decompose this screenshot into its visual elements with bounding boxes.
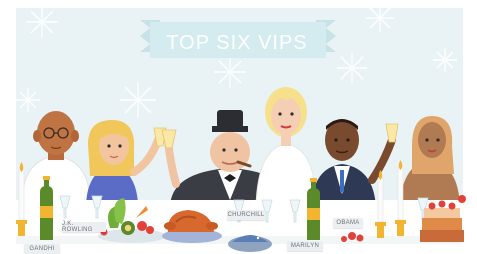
glass-stem	[293, 211, 297, 223]
place-card-marilyn: MARILYN	[287, 241, 323, 251]
place-card-rowling: J.K. ROWLING	[62, 221, 106, 233]
page-title: TOP SIX VIPS	[166, 31, 308, 54]
snowflake-icon	[366, 4, 394, 32]
glass-stem	[265, 211, 269, 223]
place-card-obama: OBAMA	[333, 218, 363, 228]
glass-stem	[95, 207, 99, 219]
glass-stem	[63, 207, 67, 219]
snowflake-icon	[120, 82, 156, 118]
snowflake-icon	[337, 53, 367, 83]
place-card-churchill: CHURCHILL	[227, 210, 265, 220]
place-card-gandhi: GANDHI	[24, 244, 60, 254]
vip-dinner-illustration: TOP SIX VIPS J.K. ROWLING CHURCHILL OBAM…	[0, 0, 477, 254]
